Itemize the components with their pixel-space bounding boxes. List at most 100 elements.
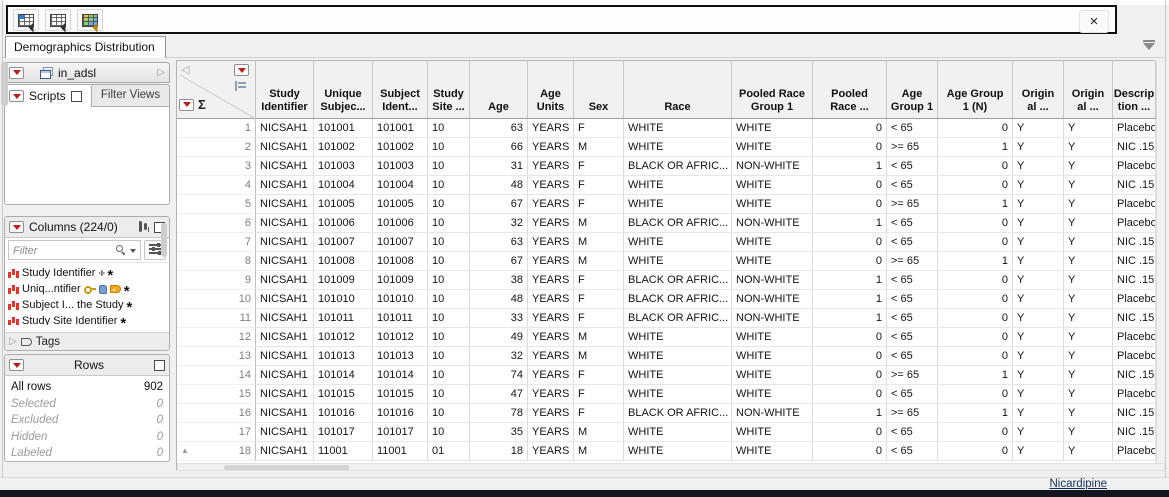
table-cell[interactable]: M — [574, 347, 624, 366]
table-cell[interactable]: WHITE — [624, 385, 732, 404]
table-cell[interactable]: WHITE — [624, 347, 732, 366]
table-cell[interactable]: 101008 — [314, 252, 373, 271]
summation-icon[interactable]: Σ — [198, 97, 206, 112]
table-cell[interactable]: Y — [1064, 214, 1113, 233]
table-cell[interactable]: M — [574, 252, 624, 271]
table-row[interactable]: 7NICSAH11010071010071063YEARSMWHITEWHITE… — [177, 233, 1156, 252]
table-cell[interactable]: F — [574, 309, 624, 328]
row-number[interactable]: 12 — [177, 328, 256, 347]
table-cell[interactable]: M — [574, 442, 624, 461]
table-cell[interactable]: YEARS — [528, 157, 574, 176]
table-cell[interactable]: Y — [1064, 252, 1113, 271]
table-cell[interactable]: WHITE — [732, 385, 813, 404]
table-cell[interactable]: 0 — [813, 176, 887, 195]
table-cell[interactable]: 101015 — [373, 385, 428, 404]
row-number[interactable]: 16 — [177, 404, 256, 423]
table-cell[interactable]: 101005 — [314, 195, 373, 214]
table-cell[interactable]: < 65 — [887, 385, 938, 404]
row-number[interactable]: 5 — [177, 195, 256, 214]
table-cell[interactable]: 10 — [428, 157, 470, 176]
table-cell[interactable]: 10 — [428, 404, 470, 423]
column-header[interactable]: Race — [624, 61, 732, 118]
table-cell[interactable]: NICSAH1 — [256, 157, 314, 176]
table-cell[interactable]: Y — [1064, 290, 1113, 309]
table-cell[interactable]: WHITE — [732, 119, 813, 138]
table-cell[interactable]: 1 — [938, 195, 1013, 214]
columns-red-triangle-icon[interactable] — [234, 64, 249, 76]
table-cell[interactable]: 101002 — [373, 138, 428, 157]
table-cell[interactable]: 10 — [428, 176, 470, 195]
table-cell[interactable]: >= 65 — [887, 138, 938, 157]
table-cell[interactable]: 67 — [470, 195, 528, 214]
table-cell[interactable]: 101014 — [314, 366, 373, 385]
vertical-scrollbar[interactable] — [1156, 61, 1165, 462]
table-cell[interactable]: F — [574, 176, 624, 195]
table-cell[interactable]: 10 — [428, 366, 470, 385]
table-cell[interactable]: WHITE — [732, 347, 813, 366]
table-cell[interactable]: NICSAH1 — [256, 119, 314, 138]
table-cell[interactable]: NICSAH1 — [256, 366, 314, 385]
table-cell[interactable]: 1 — [813, 309, 887, 328]
table-cell[interactable]: 1 — [813, 290, 887, 309]
table-cell[interactable]: 101011 — [314, 309, 373, 328]
table-cell[interactable]: 101007 — [314, 233, 373, 252]
table-cell[interactable]: 101009 — [314, 271, 373, 290]
table-cell[interactable]: WHITE — [624, 195, 732, 214]
table-cell[interactable]: BLACK OR AFRIC... — [624, 157, 732, 176]
table-cell[interactable]: WHITE — [732, 176, 813, 195]
table-cell[interactable]: 10 — [428, 233, 470, 252]
table-cell[interactable]: 101012 — [373, 328, 428, 347]
table-cell[interactable]: 0 — [938, 271, 1013, 290]
table-cell[interactable]: 49 — [470, 328, 528, 347]
edit-colored-table-button[interactable] — [77, 9, 103, 31]
table-row[interactable]: ▲18NICSAH111001110010118YEARSMWHITEWHITE… — [177, 442, 1156, 461]
column-header[interactable]: Original ... — [1013, 61, 1064, 118]
table-cell[interactable]: Placebo — [1113, 385, 1156, 404]
table-cell[interactable]: < 65 — [887, 176, 938, 195]
sort-order-icon[interactable] — [235, 81, 246, 91]
table-cell[interactable]: 0 — [938, 423, 1013, 442]
table-cell[interactable]: Y — [1064, 347, 1113, 366]
table-cell[interactable]: NICSAH1 — [256, 138, 314, 157]
table-cell[interactable]: YEARS — [528, 404, 574, 423]
table-cell[interactable]: 1 — [938, 252, 1013, 271]
scripts-checkbox[interactable] — [71, 91, 82, 102]
table-cell[interactable]: 101013 — [373, 347, 428, 366]
table-cell[interactable]: 10 — [428, 214, 470, 233]
table-cell[interactable]: BLACK OR AFRIC... — [624, 290, 732, 309]
table-cell[interactable]: Y — [1064, 233, 1113, 252]
tags-row[interactable]: ▷ Tags — [5, 332, 169, 350]
table-cell[interactable]: 0 — [938, 309, 1013, 328]
table-cell[interactable]: YEARS — [528, 385, 574, 404]
table-cell[interactable]: NIC .15 — [1113, 176, 1156, 195]
vertical-scrollbar-thumb[interactable] — [1, 62, 8, 106]
row-number[interactable]: 17 — [177, 423, 256, 442]
table-cell[interactable]: < 65 — [887, 119, 938, 138]
table-cell[interactable]: 0 — [813, 347, 887, 366]
table-cell[interactable]: 32 — [470, 347, 528, 366]
table-cell[interactable]: Y — [1064, 328, 1113, 347]
table-cell[interactable]: YEARS — [528, 195, 574, 214]
table-cell[interactable]: WHITE — [732, 442, 813, 461]
table-cell[interactable]: 10 — [428, 347, 470, 366]
table-cell[interactable]: 10 — [428, 385, 470, 404]
table-cell[interactable]: Y — [1064, 423, 1113, 442]
table-cell[interactable]: 78 — [470, 404, 528, 423]
table-cell[interactable]: Y — [1013, 214, 1064, 233]
tags-expander-icon[interactable]: ▷ — [9, 336, 17, 347]
table-cell[interactable]: WHITE — [732, 423, 813, 442]
table-cell[interactable]: NON-WHITE — [732, 214, 813, 233]
table-cell[interactable]: 18 — [470, 442, 528, 461]
table-cell[interactable]: YEARS — [528, 138, 574, 157]
table-cell[interactable]: NICSAH1 — [256, 252, 314, 271]
column-header[interactable]: Age — [470, 61, 528, 118]
table-cell[interactable]: 1 — [938, 366, 1013, 385]
table-row[interactable]: 12NICSAH11010121010121049YEARSMWHITEWHIT… — [177, 328, 1156, 347]
table-cell[interactable]: NIC .15 — [1113, 271, 1156, 290]
row-number[interactable]: 6 — [177, 214, 256, 233]
table-cell[interactable]: NON-WHITE — [732, 290, 813, 309]
table-row[interactable]: 13NICSAH11010131010131032YEARSMWHITEWHIT… — [177, 347, 1156, 366]
table-row[interactable]: 11NICSAH11010111010111033YEARSFBLACK OR … — [177, 309, 1156, 328]
table-cell[interactable]: 1 — [813, 214, 887, 233]
table-cell[interactable]: < 65 — [887, 347, 938, 366]
